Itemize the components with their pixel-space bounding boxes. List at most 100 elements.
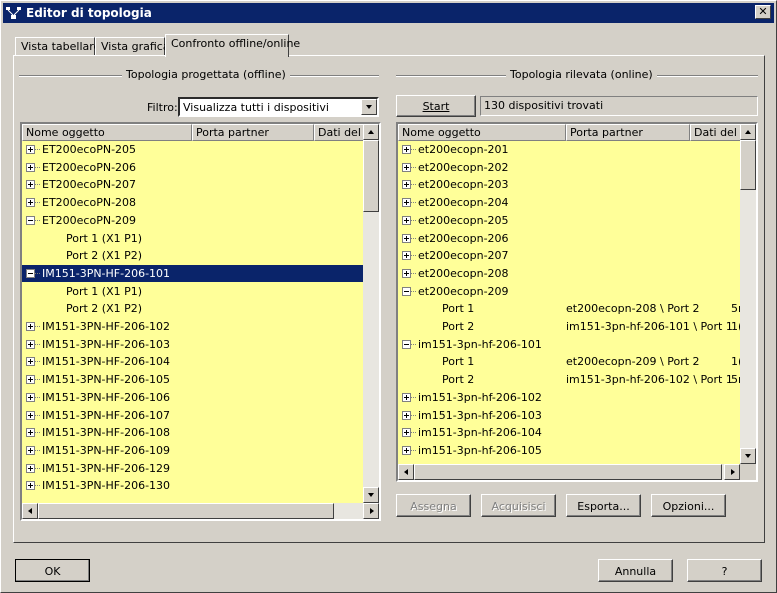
- expand-icon[interactable]: [26, 445, 35, 455]
- expand-icon[interactable]: [26, 392, 35, 402]
- col-porta-partner[interactable]: Porta partner: [566, 124, 690, 141]
- expand-icon[interactable]: [26, 481, 35, 491]
- title-bar[interactable]: Editor di topologia ✕: [3, 3, 774, 23]
- tree-row[interactable]: IM151-3PN-HF-206-129: [22, 460, 363, 477]
- collapse-icon[interactable]: [402, 339, 411, 349]
- dropdown-button[interactable]: [361, 99, 377, 115]
- tree-row[interactable]: et200ecopn-202: [398, 159, 740, 176]
- expand-icon[interactable]: [26, 339, 35, 349]
- collapse-icon[interactable]: [26, 215, 35, 225]
- tree-row[interactable]: Port 2 (X1 P2): [22, 247, 363, 264]
- scroll-left-button[interactable]: [22, 503, 38, 519]
- col-nome-oggetto[interactable]: Nome oggetto: [398, 124, 566, 141]
- collapse-icon[interactable]: [26, 268, 35, 278]
- tree-row[interactable]: et200ecopn-208: [398, 265, 740, 282]
- scroll-down-button[interactable]: [740, 448, 756, 464]
- expand-icon[interactable]: [26, 357, 35, 367]
- tree-row[interactable]: Port 2 im151-3pn-hf-206-102 \ Port 1 5n: [398, 371, 745, 388]
- tree-row[interactable]: IM151-3PN-HF-206-105: [22, 371, 363, 388]
- tree-row[interactable]: im151-3pn-hf-206-102: [398, 389, 740, 406]
- tree-row[interactable]: Port 1 (X1 P1): [22, 283, 363, 300]
- tree-row[interactable]: im151-3pn-hf-206-103: [398, 407, 740, 424]
- close-button[interactable]: ✕: [755, 5, 771, 19]
- tree-row[interactable]: et200ecopn-207: [398, 247, 740, 264]
- expand-icon[interactable]: [26, 428, 35, 438]
- tree-row[interactable]: ET200ecoPN-205: [22, 141, 363, 158]
- expand-icon[interactable]: [402, 428, 411, 438]
- tree-row[interactable]: IM151-3PN-HF-206-108: [22, 424, 363, 441]
- expand-icon[interactable]: [402, 410, 411, 420]
- hscroll-thumb[interactable]: [38, 503, 334, 519]
- expand-icon[interactable]: [26, 145, 35, 154]
- tree-row[interactable]: et200ecopn-204: [398, 194, 740, 211]
- hscroll-thumb[interactable]: [414, 464, 722, 480]
- scroll-up-button[interactable]: [363, 124, 379, 140]
- expand-icon[interactable]: [402, 198, 411, 208]
- tree-row[interactable]: im151-3pn-hf-206-101: [398, 336, 740, 353]
- expand-icon[interactable]: [402, 162, 411, 172]
- expand-icon[interactable]: [402, 445, 411, 455]
- expand-icon[interactable]: [402, 180, 411, 190]
- ok-button[interactable]: OK: [15, 559, 90, 582]
- scroll-right-button[interactable]: [724, 464, 740, 480]
- tree-row[interactable]: im151-3pn-hf-206-105: [398, 442, 740, 459]
- tree-row[interactable]: ET200ecoPN-206: [22, 159, 363, 176]
- online-hscroll[interactable]: [398, 464, 740, 480]
- expand-icon[interactable]: [402, 392, 411, 402]
- scroll-right-button[interactable]: [363, 503, 379, 519]
- help-button[interactable]: ?: [687, 559, 762, 582]
- tree-row[interactable]: IM151-3PN-HF-206-103: [22, 336, 363, 353]
- cancel-button[interactable]: Annulla: [598, 559, 673, 582]
- expand-icon[interactable]: [26, 375, 35, 385]
- tree-row[interactable]: et200ecopn-205: [398, 212, 740, 229]
- tree-row[interactable]: et200ecopn-201: [398, 141, 740, 158]
- tree-row[interactable]: IM151-3PN-HF-206-106: [22, 389, 363, 406]
- expand-icon[interactable]: [26, 463, 35, 473]
- tree-row[interactable]: Port 1 et200ecopn-209 \ Port 2 1(: [398, 353, 742, 370]
- expand-icon[interactable]: [402, 268, 411, 278]
- offline-tree[interactable]: Nome oggetto Porta partner Dati del c ET…: [20, 122, 381, 521]
- expand-icon[interactable]: [402, 233, 411, 243]
- tree-row[interactable]: IM151-3PN-HF-206-101: [22, 264, 363, 282]
- scroll-left-button[interactable]: [398, 464, 414, 480]
- scroll-down-button[interactable]: [363, 487, 379, 503]
- tree-row[interactable]: Port 1 (X1 P1): [22, 230, 363, 247]
- export-button[interactable]: Esporta...: [566, 494, 641, 517]
- expand-icon[interactable]: [26, 162, 35, 172]
- tree-row[interactable]: ET200ecoPN-209: [22, 212, 363, 229]
- options-button[interactable]: Opzioni...: [651, 494, 726, 517]
- tree-row[interactable]: et200ecopn-206: [398, 230, 740, 247]
- scroll-thumb[interactable]: [363, 140, 379, 212]
- expand-icon[interactable]: [402, 215, 411, 225]
- expand-icon[interactable]: [26, 410, 35, 420]
- scroll-thumb[interactable]: [740, 140, 756, 190]
- tab-vista-grafica[interactable]: Vista grafica: [95, 37, 170, 56]
- start-button[interactable]: Start: [396, 95, 476, 117]
- col-porta-partner[interactable]: Porta partner: [192, 124, 314, 141]
- col-nome-oggetto[interactable]: Nome oggetto: [22, 124, 192, 141]
- tree-row[interactable]: IM151-3PN-HF-206-107: [22, 407, 363, 424]
- tab-vista-tabellare[interactable]: Vista tabellare: [15, 37, 100, 56]
- offline-vscroll[interactable]: [363, 124, 379, 503]
- tree-row[interactable]: IM151-3PN-HF-206-104: [22, 353, 363, 370]
- tree-row[interactable]: et200ecopn-203: [398, 176, 740, 193]
- tree-row[interactable]: IM151-3PN-HF-206-102: [22, 318, 363, 335]
- tree-row[interactable]: ET200ecoPN-207: [22, 176, 363, 193]
- collapse-icon[interactable]: [402, 286, 411, 296]
- filter-dropdown[interactable]: Visualizza tutti i dispositivi: [178, 97, 379, 117]
- expand-icon[interactable]: [402, 145, 411, 154]
- assign-button[interactable]: Assegna: [396, 494, 471, 517]
- offline-hscroll[interactable]: [22, 503, 379, 519]
- tree-row[interactable]: Port 2 im151-3pn-hf-206-101 \ Port 1 1(: [398, 318, 742, 335]
- tree-row[interactable]: Port 1 et200ecopn-208 \ Port 2 5n: [398, 300, 745, 317]
- tree-row[interactable]: Port 2 (X1 P2): [22, 300, 363, 317]
- scroll-up-button[interactable]: [740, 124, 756, 140]
- tree-row[interactable]: IM151-3PN-HF-206-109: [22, 442, 363, 459]
- expand-icon[interactable]: [26, 322, 35, 331]
- tree-row[interactable]: ET200ecoPN-208: [22, 194, 363, 211]
- tree-row[interactable]: IM151-3PN-HF-206-130: [22, 477, 363, 494]
- expand-icon[interactable]: [402, 251, 411, 261]
- acquire-button[interactable]: Acquisisci: [481, 494, 556, 517]
- tree-row[interactable]: im151-3pn-hf-206-104: [398, 424, 740, 441]
- online-tree[interactable]: Nome oggetto Porta partner Dati del c et…: [396, 122, 758, 482]
